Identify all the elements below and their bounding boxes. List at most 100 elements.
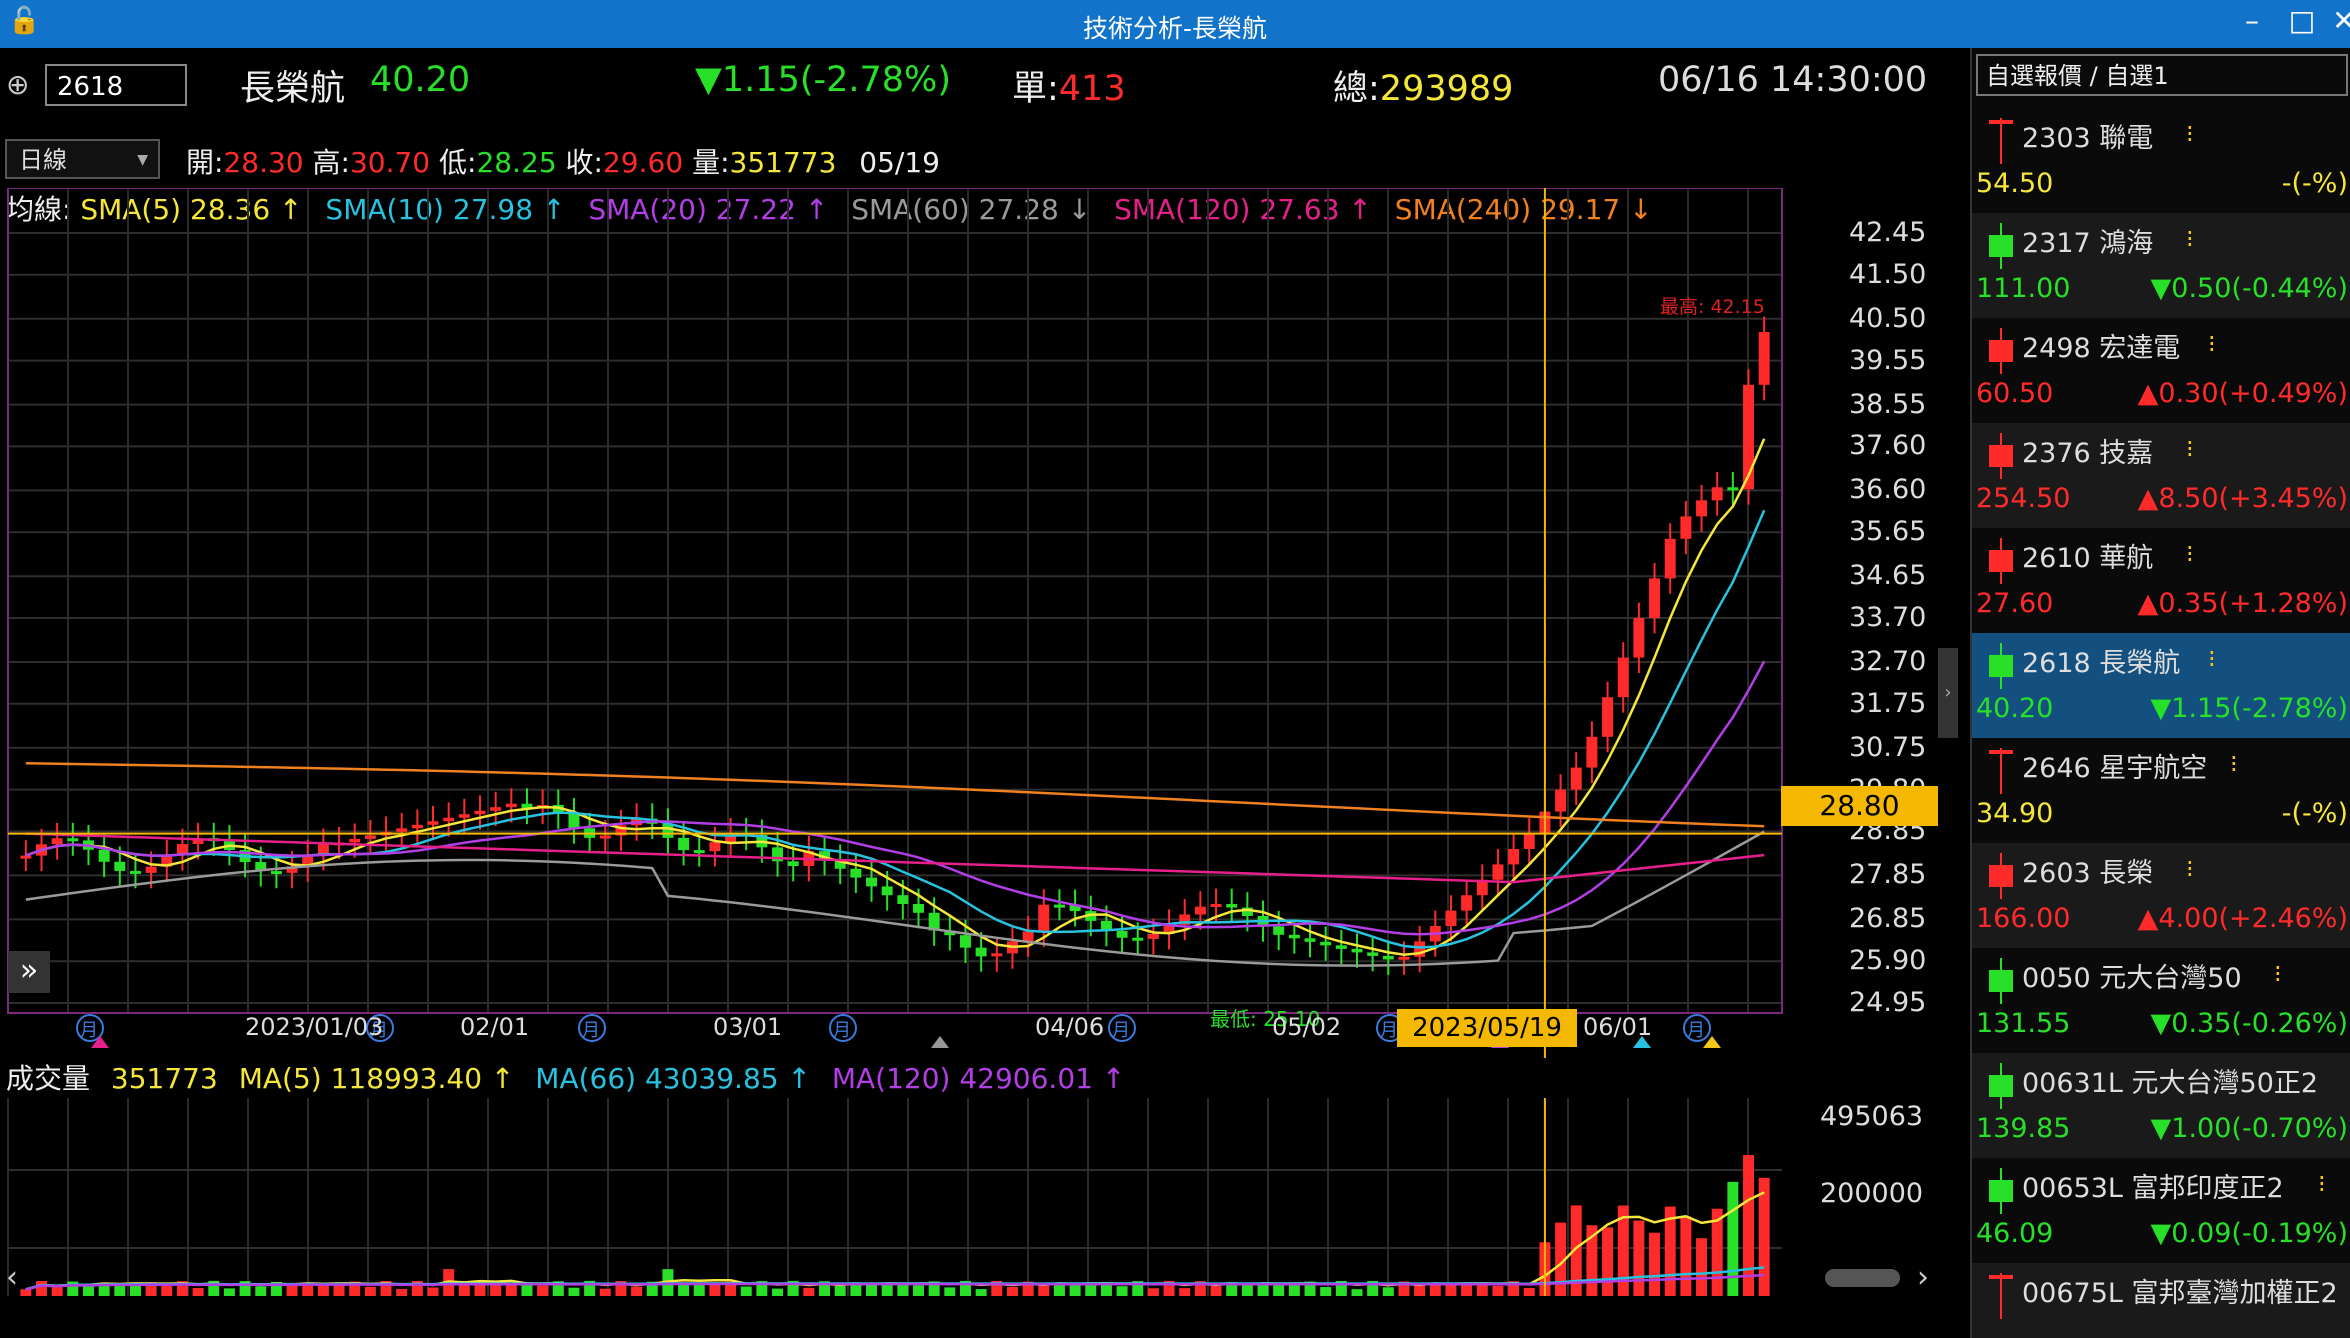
price-tick-label: 34.65 <box>1849 560 1927 592</box>
watchlist-item-price: 139.85 <box>1976 1113 2071 1144</box>
price-tick-label: 26.85 <box>1849 903 1927 935</box>
stock-code-input[interactable]: 2618 <box>45 64 187 106</box>
volume-bar <box>866 1283 877 1296</box>
expand-panel-button[interactable]: » <box>8 951 50 993</box>
watchlist-item[interactable]: 0050 元大台灣50 ⁝ 131.55 ▼0.35(-0.26%) <box>1972 948 2350 1053</box>
chevron-down-icon: ▼ <box>137 152 148 168</box>
volume-bar <box>1147 1288 1159 1296</box>
watchlist-item[interactable]: 00675L 富邦臺灣加權正2 ⁝ <box>1972 1263 2350 1338</box>
candle-body <box>20 855 32 859</box>
flag-icon[interactable]: ⁝ <box>2186 435 2194 463</box>
flag-icon[interactable]: ⁝ <box>2186 540 2194 568</box>
volume-tick-label: 495063 <box>1820 1101 1924 1132</box>
price-tick-label: 38.55 <box>1849 388 1927 420</box>
candle-body <box>693 850 705 854</box>
cursor-price-tag: 28.80 <box>1781 786 1938 826</box>
candle-body <box>913 904 924 913</box>
volume-tick-label: 200000 <box>1820 1178 1924 1209</box>
candle-body <box>1288 934 1300 939</box>
candle-body <box>1194 906 1206 915</box>
scroll-left-button[interactable]: ‹ <box>6 1260 18 1295</box>
volume-chart[interactable] <box>0 1098 1970 1303</box>
watchlist-item-price: 254.50 <box>1976 483 2071 514</box>
candle-body <box>443 817 455 822</box>
single-volume: 單:413 <box>1012 69 1126 109</box>
watchlist-item-name: 00675L 富邦臺灣加權正2 <box>2022 1278 2338 1309</box>
watchlist-item[interactable]: 2603 長榮 ⁝ 166.00 ▲4.00(+2.46%) <box>1972 843 2350 948</box>
price-tick-label: 27.85 <box>1849 859 1927 891</box>
candle-body <box>991 953 1003 957</box>
mini-candle-icon <box>1989 538 2013 584</box>
candle-body <box>881 886 893 896</box>
volume-bar <box>490 1283 502 1296</box>
price-tick-label: 37.60 <box>1849 430 1927 462</box>
watchlist-item[interactable]: 00653L 富邦印度正2 ⁝ 46.09 ▼0.09(-0.19%) <box>1972 1158 2350 1263</box>
candle-body <box>270 871 282 875</box>
watchlist-item[interactable]: 2646 星宇航空 ⁝ 34.90 -(-%) <box>1972 738 2350 843</box>
candle-body <box>709 842 721 852</box>
price-tick-label: 39.55 <box>1849 344 1927 376</box>
side-panel-toggle[interactable]: › <box>1938 648 1958 738</box>
flag-icon[interactable]: ⁝ <box>2208 645 2216 673</box>
watchlist-item-name: 2618 長榮航 <box>2022 648 2181 679</box>
scroll-right-button[interactable]: › <box>1917 1260 1929 1295</box>
stock-price: 40.20 <box>370 60 471 100</box>
watchlist-item[interactable]: 2618 長榮航 ⁝ 40.20 ▼1.15(-2.78%) <box>1972 633 2350 738</box>
close-button[interactable]: ✕ <box>2324 4 2350 37</box>
candle-body <box>1320 941 1332 946</box>
volume-bar <box>1727 1181 1739 1296</box>
date-tick-label: 05/02 <box>1272 1013 1342 1041</box>
candle-body <box>1696 500 1708 517</box>
month-marker-label: 月 <box>1380 1020 1398 1041</box>
volume-bar <box>1351 1289 1363 1296</box>
flag-icon[interactable]: ⁝ <box>2208 330 2216 358</box>
stock-name: 長榮航 <box>240 69 346 109</box>
watchlist-item[interactable]: 2610 華航 ⁝ 27.60 ▲0.35(+1.28%) <box>1972 528 2350 633</box>
candle-body <box>129 870 141 874</box>
price-tick-label: 30.75 <box>1849 731 1927 763</box>
chart-panel: ⊕ 2618 長榮航 40.20 ▼1.15(-2.78%) 單:413 總:2… <box>0 48 1970 1338</box>
candle-body <box>67 838 79 842</box>
watchlist-item[interactable]: 2376 技嘉 ⁝ 254.50 ▲8.50(+3.45%) <box>1972 423 2350 528</box>
flag-icon[interactable]: ⁝ <box>2318 1170 2326 1198</box>
candle-body <box>1649 578 1661 618</box>
watchlist-item[interactable]: 00631L 元大台灣50正2 ⁝ 139.85 ▼1.00(-0.70%) <box>1972 1053 2350 1158</box>
volume-bar <box>740 1286 752 1296</box>
volume-bar <box>427 1287 439 1296</box>
flag-icon[interactable]: ⁝ <box>2274 960 2282 988</box>
watchlist-item-name: 2498 宏達電 <box>2022 333 2181 364</box>
date-tick-label: 04/06 <box>1035 1013 1105 1041</box>
volume-bar <box>944 1287 956 1296</box>
watchlist-title[interactable]: 自選報價 / 自選1 <box>1976 54 2348 96</box>
minimize-button[interactable]: – <box>2232 4 2272 37</box>
maximize-button[interactable]: □ <box>2282 4 2322 37</box>
mini-candle-icon <box>1989 118 2013 164</box>
volume-bar <box>1210 1286 1222 1296</box>
watchlist-item[interactable]: 2303 聯電 ⁝ 54.50 -(-%) <box>1972 108 2350 213</box>
volume-bar <box>834 1285 846 1296</box>
candle-body <box>1304 938 1316 942</box>
watchlist-item[interactable]: 2498 宏達電 ⁝ 60.50 ▲0.30(+0.49%) <box>1972 318 2350 423</box>
candlestick-chart[interactable]: 最高: 42.15最低: 25.10月月月月月月月 <box>0 188 1970 1058</box>
candle-body <box>975 947 987 957</box>
mini-candle-icon <box>1989 433 2013 479</box>
candle-body <box>662 823 674 838</box>
watchlist-item-name: 2610 華航 <box>2022 543 2154 574</box>
month-marker-label: 月 <box>1112 1020 1130 1041</box>
watchlist-item[interactable]: 2317 鴻海 ⁝ 111.00 ▼0.50(-0.44%) <box>1972 213 2350 318</box>
add-icon[interactable]: ⊕ <box>6 68 29 101</box>
mini-candle-icon <box>1989 328 2013 374</box>
volume-bar <box>364 1286 376 1296</box>
volume-bar <box>1602 1227 1614 1296</box>
volume-bar <box>255 1286 267 1296</box>
flag-icon[interactable]: ⁝ <box>2186 225 2194 253</box>
price-tick-label: 41.50 <box>1849 258 1927 290</box>
watchlist-item-change: ▲8.50(+3.45%) <box>2137 483 2348 514</box>
price-tick-label: 24.95 <box>1849 987 1927 1018</box>
candle-body <box>364 835 376 839</box>
flag-icon[interactable]: ⁝ <box>2230 750 2238 778</box>
horizontal-scrollbar[interactable] <box>1825 1269 1900 1287</box>
flag-icon[interactable]: ⁝ <box>2186 120 2194 148</box>
flag-icon[interactable]: ⁝ <box>2186 855 2194 883</box>
period-select[interactable]: 日線 ▼ <box>5 139 160 179</box>
